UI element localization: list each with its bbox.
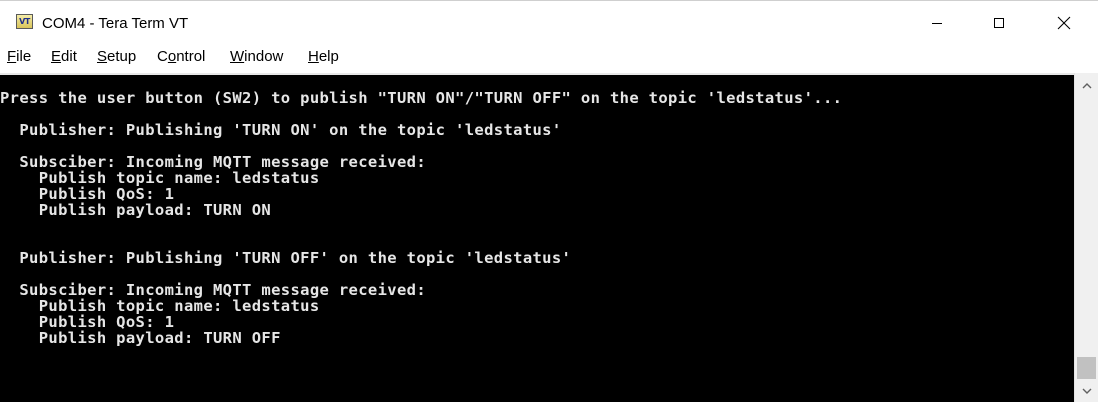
terminal-line: Publisher: Publishing 'TURN OFF' on the … xyxy=(0,249,572,267)
chevron-up-icon xyxy=(1082,82,1091,88)
terminal-output[interactable]: Press the user button (SW2) to publish "… xyxy=(0,73,1074,402)
vertical-scrollbar[interactable] xyxy=(1074,73,1098,402)
terminal-line: Publish QoS: 1 xyxy=(0,185,175,203)
terminal-line: Publish payload: TURN OFF xyxy=(0,329,281,347)
title-bar[interactable]: VT COM4 - Tera Term VT xyxy=(0,1,1098,45)
terminal-line: Publish topic name: ledstatus xyxy=(0,169,320,187)
menu-control[interactable]: Control xyxy=(157,48,205,65)
menu-file[interactable]: File xyxy=(7,48,31,65)
maximize-button[interactable] xyxy=(967,1,1031,45)
scroll-down-button[interactable] xyxy=(1075,379,1098,402)
menu-window[interactable]: Window xyxy=(230,48,283,65)
maximize-icon xyxy=(994,18,1004,28)
terminal-line: Subsciber: Incoming MQTT message receive… xyxy=(0,153,426,171)
minimize-button[interactable] xyxy=(905,1,969,45)
chevron-down-icon xyxy=(1082,388,1091,394)
tera-term-window: VT COM4 - Tera Term VT File Edit Setup C… xyxy=(0,0,1098,402)
scroll-thumb[interactable] xyxy=(1077,357,1096,379)
close-button[interactable] xyxy=(1032,1,1096,45)
minimize-icon xyxy=(932,23,942,24)
terminal-line: Subsciber: Incoming MQTT message receive… xyxy=(0,281,426,299)
menu-setup[interactable]: Setup xyxy=(97,48,136,65)
terminal-line: Publish QoS: 1 xyxy=(0,313,175,331)
menu-help[interactable]: Help xyxy=(308,48,339,65)
menu-edit[interactable]: Edit xyxy=(51,48,77,65)
terminal-line: Publisher: Publishing 'TURN ON' on the t… xyxy=(0,121,562,139)
terminal-line: Press the user button (SW2) to publish "… xyxy=(0,89,843,107)
scroll-up-button[interactable] xyxy=(1075,73,1098,97)
tera-term-vt-icon[interactable]: VT xyxy=(16,14,33,29)
menu-bar: File Edit Setup Control Window Help xyxy=(0,45,1098,71)
terminal-line: Publish payload: TURN ON xyxy=(0,201,272,219)
window-title: COM4 - Tera Term VT xyxy=(42,15,189,32)
close-icon xyxy=(1057,16,1071,30)
terminal-line: Publish topic name: ledstatus xyxy=(0,297,320,315)
